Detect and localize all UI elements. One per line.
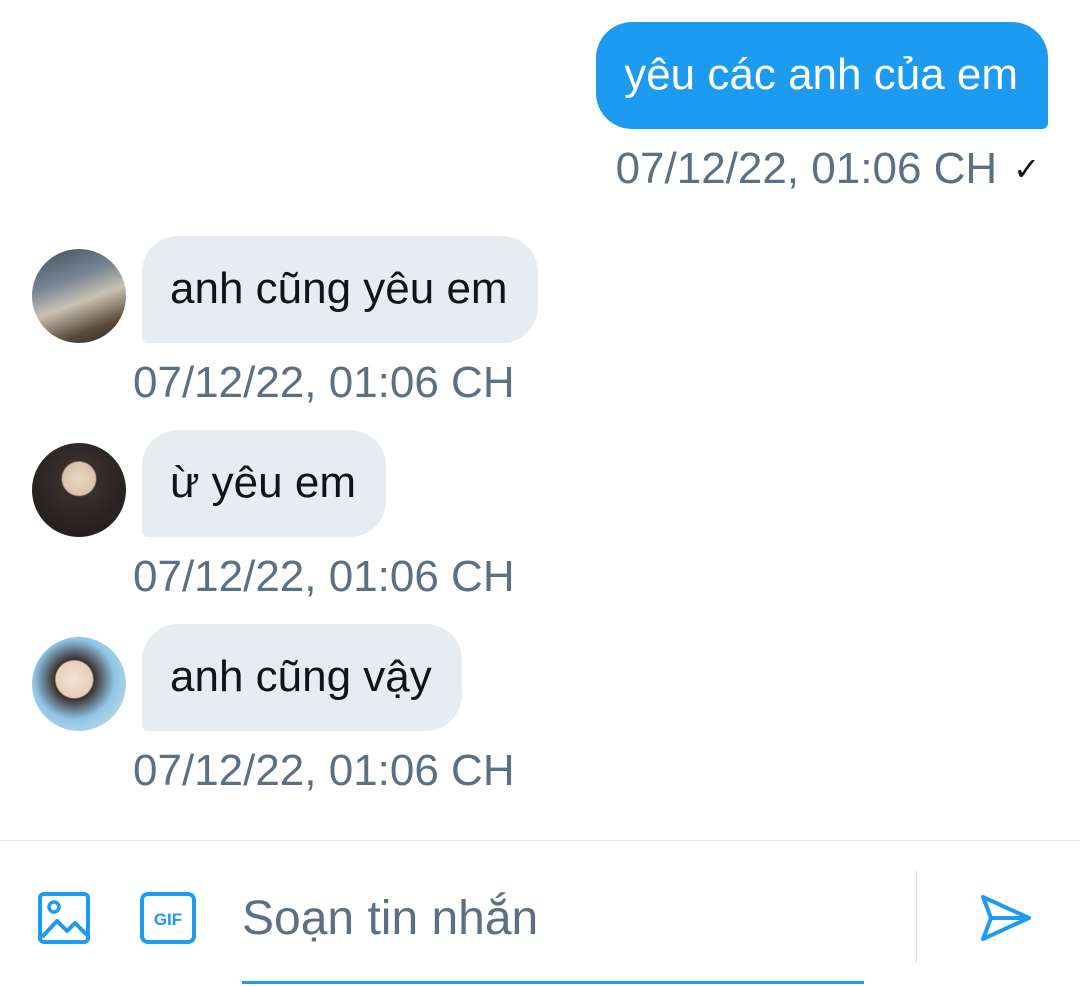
send-button[interactable] bbox=[976, 888, 1036, 948]
message-input[interactable]: Soạn tin nhắn bbox=[242, 871, 864, 984]
send-icon bbox=[981, 895, 1031, 941]
received-message: anh cũng vậy 07/12/22, 01:06 CH bbox=[32, 624, 515, 797]
image-icon bbox=[38, 892, 90, 944]
sent-message-bubble[interactable]: yêu các anh của em bbox=[596, 22, 1048, 129]
add-media-button[interactable] bbox=[34, 888, 94, 948]
message-list[interactable]: yêu các anh của em 07/12/22, 01:06 CH ✓ … bbox=[0, 0, 1080, 840]
message-composer: GIF Soạn tin nhắn bbox=[0, 840, 1080, 986]
avatar[interactable] bbox=[32, 443, 126, 537]
received-message: anh cũng yêu em 07/12/22, 01:06 CH bbox=[32, 236, 538, 409]
gif-icon: GIF bbox=[140, 892, 196, 944]
sent-message-meta: 07/12/22, 01:06 CH ✓ bbox=[616, 143, 1048, 195]
composer-divider bbox=[916, 871, 917, 963]
received-message: ừ yêu em 07/12/22, 01:06 CH bbox=[32, 430, 515, 603]
message-timestamp: 07/12/22, 01:06 CH bbox=[615, 144, 998, 193]
message-timestamp: 07/12/22, 01:06 CH bbox=[133, 552, 515, 601]
received-message-bubble[interactable]: anh cũng yêu em bbox=[142, 236, 538, 343]
check-icon: ✓ bbox=[1013, 151, 1040, 187]
avatar[interactable] bbox=[32, 637, 126, 731]
dm-conversation-screen: yêu các anh của em 07/12/22, 01:06 CH ✓ … bbox=[0, 0, 1080, 986]
received-message-bubble[interactable]: ừ yêu em bbox=[142, 430, 386, 537]
message-timestamp: 07/12/22, 01:06 CH bbox=[133, 358, 515, 407]
add-gif-button[interactable]: GIF bbox=[138, 888, 198, 948]
received-message-bubble[interactable]: anh cũng vậy bbox=[142, 624, 462, 731]
message-input-placeholder: Soạn tin nhắn bbox=[242, 892, 539, 945]
sent-message: yêu các anh của em 07/12/22, 01:06 CH ✓ bbox=[596, 22, 1048, 195]
avatar[interactable] bbox=[32, 249, 126, 343]
gif-label: GIF bbox=[154, 910, 182, 929]
message-timestamp: 07/12/22, 01:06 CH bbox=[133, 746, 515, 795]
